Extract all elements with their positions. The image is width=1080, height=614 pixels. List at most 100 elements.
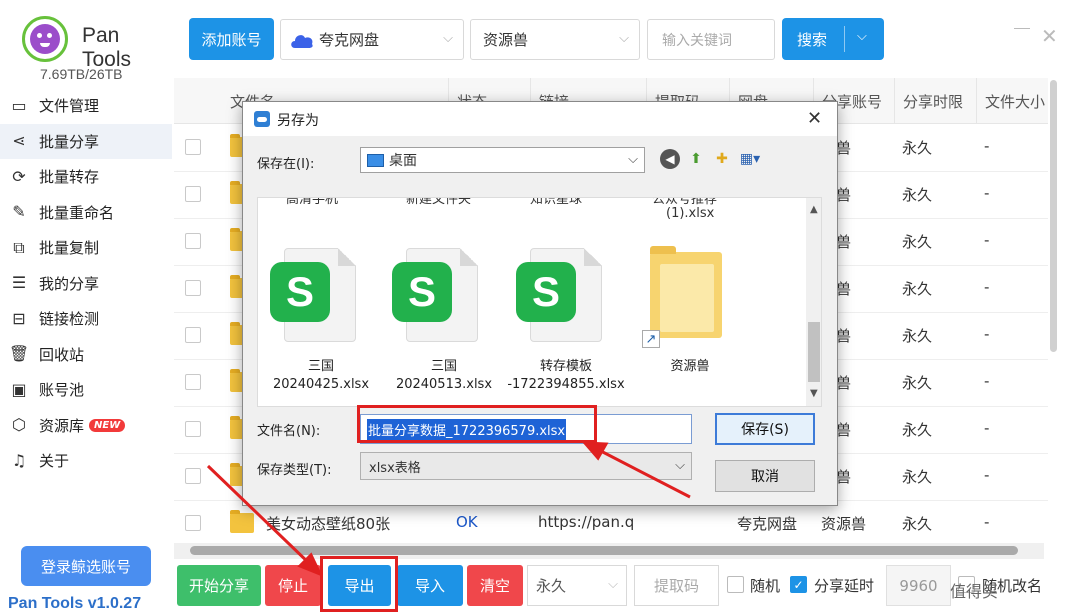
cell-time: 永久 bbox=[902, 421, 933, 439]
share-icon: ⋖ bbox=[12, 131, 26, 151]
sidebar-item-batch-share[interactable]: ⋖ 批量分享 bbox=[0, 123, 172, 159]
row-checkbox[interactable] bbox=[185, 421, 201, 437]
folder-icon bbox=[650, 246, 722, 338]
resource-select-value: 资源兽 bbox=[483, 31, 529, 49]
search-button[interactable]: 搜索 ⌵ bbox=[782, 18, 884, 60]
file-item[interactable]: S bbox=[516, 248, 602, 344]
sidebar-item-my-share[interactable]: ☰ 我的分享 bbox=[0, 266, 172, 302]
row-checkbox[interactable] bbox=[185, 139, 201, 155]
row-checkbox[interactable] bbox=[185, 233, 201, 249]
extract-code-input[interactable]: 提取码 bbox=[634, 565, 719, 606]
save-button[interactable]: 保存(S) bbox=[715, 413, 815, 445]
table-horizontal-scrollbar[interactable] bbox=[174, 543, 1044, 559]
table-row[interactable]: 美女动态壁纸80张 OK https://pan.q 夸克网盘 资源兽 永久 - bbox=[174, 501, 1048, 540]
close-icon[interactable]: ✕ bbox=[807, 108, 822, 129]
app-logo bbox=[22, 16, 68, 62]
up-folder-icon[interactable]: ⬆ bbox=[686, 149, 706, 169]
chevron-down-icon[interactable]: ⌵ bbox=[857, 29, 867, 44]
share-delay-checkbox[interactable]: ✓ bbox=[790, 576, 807, 593]
sidebar-item-account-pool[interactable]: ▣ 账号池 bbox=[0, 372, 172, 408]
filetype-combo[interactable]: xlsx表格 ⌵ bbox=[360, 452, 692, 480]
back-icon[interactable]: ◀ bbox=[660, 149, 680, 169]
cell-size: - bbox=[984, 419, 990, 437]
clear-button[interactable]: 清空 bbox=[467, 565, 523, 606]
sidebar: Pan Tools 7.69TB/26TB ▭ 文件管理 ⋖ 批量分享 ⟳ 批量… bbox=[0, 0, 172, 614]
sidebar-item-batch-rename[interactable]: ✎ 批量重命名 bbox=[0, 195, 172, 231]
file-list[interactable]: 高清手机 新建文件夹 知识星球 公众号推荐 (1).xlsx S 三国 2024… bbox=[257, 197, 822, 407]
sidebar-item-batch-copy[interactable]: ⧉ 批量复制 bbox=[0, 230, 172, 266]
cell-time: 永久 bbox=[902, 139, 933, 157]
new-folder-icon[interactable]: ✚ bbox=[712, 149, 732, 169]
filetype-value: xlsx表格 bbox=[369, 460, 421, 476]
random-checkbox[interactable] bbox=[727, 576, 744, 593]
login-button[interactable]: 登录鲸选账号 bbox=[21, 546, 151, 586]
app-title: Pan Tools bbox=[82, 24, 132, 71]
cell-size: - bbox=[984, 278, 990, 296]
file-item[interactable]: S bbox=[270, 248, 356, 344]
resource-select[interactable]: 资源兽 ⌵ bbox=[470, 19, 640, 60]
wps-sheet-icon: S bbox=[516, 262, 576, 322]
file-label: 知识星球 bbox=[530, 197, 583, 207]
storage-usage: 7.69TB/26TB bbox=[40, 66, 123, 82]
share-delay-label: 分享延时 bbox=[814, 577, 875, 595]
file-name: 三国 20240513.xlsx bbox=[394, 358, 494, 394]
disk-select[interactable]: 夸克网盘 ⌵ bbox=[280, 19, 464, 60]
file-item[interactable]: ↗ bbox=[642, 246, 726, 348]
sidebar-item-about[interactable]: ♫ 关于 bbox=[0, 443, 172, 479]
cell-link[interactable]: https://pan.q bbox=[538, 513, 634, 531]
sidebar-item-batch-transfer[interactable]: ⟳ 批量转存 bbox=[0, 159, 172, 195]
keyword-input[interactable]: 输入关键词 bbox=[647, 19, 775, 60]
resource-icon: ⬡ bbox=[12, 415, 26, 435]
sidebar-nav: ▭ 文件管理 ⋖ 批量分享 ⟳ 批量转存 ✎ 批量重命名 ⧉ 批量复制 ☰ 我的… bbox=[0, 88, 172, 479]
column-header[interactable]: 分享时限 bbox=[894, 78, 963, 124]
row-checkbox[interactable] bbox=[185, 468, 201, 484]
scroll-down-icon[interactable]: ▼ bbox=[810, 388, 818, 399]
cell-name: 美女动态壁纸80张 bbox=[266, 515, 391, 533]
row-checkbox[interactable] bbox=[185, 186, 201, 202]
view-menu-icon[interactable]: ▦▾ bbox=[740, 149, 760, 169]
column-header[interactable]: 文件大小 bbox=[976, 78, 1045, 124]
scroll-up-icon[interactable]: ▲ bbox=[810, 204, 818, 215]
sidebar-item-label: 批量复制 bbox=[39, 239, 100, 258]
cancel-button[interactable]: 取消 bbox=[715, 460, 815, 492]
row-checkbox[interactable] bbox=[185, 374, 201, 390]
chevron-down-icon: ⌵ bbox=[619, 31, 629, 46]
wps-sheet-icon: S bbox=[270, 262, 330, 322]
cell-disk: 夸克网盘 bbox=[737, 515, 798, 533]
sidebar-item-file-manage[interactable]: ▭ 文件管理 bbox=[0, 88, 172, 124]
file-name-line: 转存模板 bbox=[539, 359, 592, 374]
share-duration-value: 永久 bbox=[536, 577, 567, 595]
start-share-button[interactable]: 开始分享 bbox=[177, 565, 261, 606]
file-name-line: 20240513.xlsx bbox=[395, 377, 493, 392]
chevron-down-icon: ⌵ bbox=[675, 458, 685, 473]
chevron-down-icon: ⌵ bbox=[628, 152, 638, 167]
sidebar-item-resource-library[interactable]: ⬡ 资源库 NEW bbox=[0, 408, 172, 444]
search-label: 搜索 bbox=[797, 31, 828, 49]
version-label: Pan Tools v1.0.27 bbox=[8, 595, 142, 612]
table-vertical-scrollbar[interactable] bbox=[1048, 80, 1058, 352]
close-icon[interactable]: ✕ bbox=[1041, 26, 1058, 46]
dialog-title: 另存为 bbox=[277, 113, 319, 129]
import-button[interactable]: 导入 bbox=[397, 565, 463, 606]
stop-button[interactable]: 停止 bbox=[265, 565, 321, 606]
row-checkbox[interactable] bbox=[185, 280, 201, 296]
file-item[interactable]: S bbox=[392, 248, 478, 344]
filename-highlight-box bbox=[357, 405, 597, 443]
minimize-icon[interactable] bbox=[1014, 28, 1030, 29]
scroll-thumb[interactable] bbox=[190, 546, 1018, 555]
share-duration-select[interactable]: 永久 ⌵ bbox=[527, 565, 627, 606]
file-list-scrollbar[interactable]: ▲ ▼ bbox=[806, 198, 821, 406]
sidebar-item-link-check[interactable]: ⊟ 链接检测 bbox=[0, 301, 172, 337]
scroll-thumb[interactable] bbox=[1050, 80, 1057, 352]
scroll-thumb[interactable] bbox=[808, 322, 820, 382]
row-checkbox[interactable] bbox=[185, 515, 201, 531]
delay-input[interactable]: 9960 bbox=[886, 565, 951, 606]
cell-time: 永久 bbox=[902, 515, 933, 533]
save-in-combo[interactable]: 桌面 ⌵ bbox=[360, 147, 645, 173]
transfer-icon: ⟳ bbox=[12, 166, 26, 186]
sidebar-item-recycle-bin[interactable]: 🗑 回收站 bbox=[0, 337, 172, 373]
dialog-titlebar[interactable]: 另存为 ✕ bbox=[243, 102, 837, 136]
wps-sheet-icon: S bbox=[392, 262, 452, 322]
add-account-button[interactable]: 添加账号 bbox=[189, 18, 274, 60]
row-checkbox[interactable] bbox=[185, 327, 201, 343]
